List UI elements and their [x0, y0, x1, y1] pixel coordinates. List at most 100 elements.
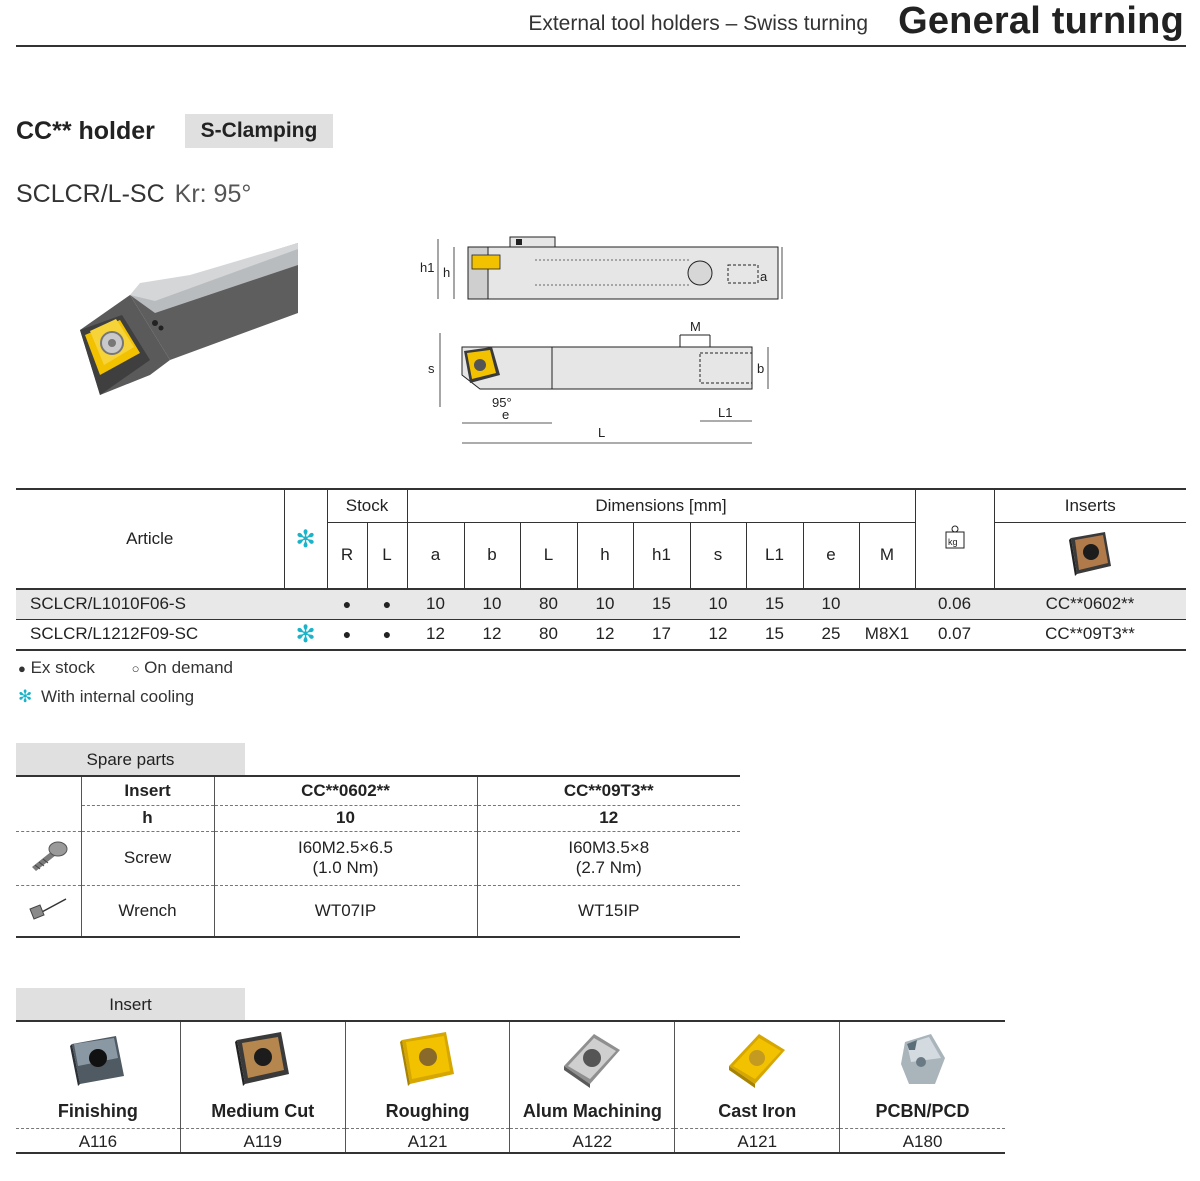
legend-stock: ● Ex stock ○ On demand	[18, 658, 233, 678]
s-cell: 10	[690, 589, 746, 620]
clamping-badge: S-Clamping	[185, 114, 333, 148]
model-line: SCLCR/L-SC Kr: 95°	[16, 180, 251, 209]
finishing-insert-icon	[69, 1036, 124, 1086]
m-cell: M8X1	[859, 619, 915, 651]
stock-r-cell: ●	[327, 619, 367, 651]
weight-icon: kg	[945, 525, 964, 548]
screw-torque-2: (2.7 Nm)	[575, 858, 642, 877]
dim-label-m: M	[690, 319, 701, 334]
dim-col-a: a	[406, 522, 464, 589]
weight-cell: 0.06	[915, 589, 994, 620]
ccmt-insert-icon	[1069, 531, 1112, 576]
insert-grade-alum: Alum Machining A122	[510, 1022, 676, 1154]
header-subtitle: External tool holders – Swiss turning	[528, 12, 868, 35]
spare-parts-tab: Spare parts	[16, 743, 245, 775]
insert-tab: Insert	[16, 988, 245, 1020]
table-row: SCLCR/L1212F09-SC ✻ ● ● 12 12 80 12 17 1…	[16, 619, 1186, 651]
l1-cell: 15	[746, 619, 803, 651]
spare-h-col-1: 10	[214, 805, 478, 832]
dim-label-s: s	[428, 361, 435, 376]
wrench-col-1: WT07IP	[214, 885, 478, 938]
insert-grade-name: PCBN/PCD	[875, 1101, 970, 1121]
dim-label-l: L	[598, 425, 605, 440]
model-name: SCLCR/L-SC	[16, 180, 165, 208]
insert-grade-name: Roughing	[385, 1101, 470, 1121]
dim-col-l1: L1	[745, 522, 803, 589]
screw-col-1: I60M2.5×6.5 (1.0 Nm)	[214, 831, 478, 886]
spare-h-col-2: 12	[477, 805, 740, 832]
legend-cooling-text: With internal cooling	[40, 687, 195, 706]
wrench-icon	[29, 898, 67, 920]
e-cell: 25	[803, 619, 859, 651]
insert-grade-code: A119	[180, 1128, 345, 1154]
e-cell: 10	[803, 589, 859, 620]
s-cell: 12	[690, 619, 746, 651]
roughing-insert-icon	[399, 1032, 454, 1086]
insert-grade-code: A121	[345, 1128, 510, 1154]
insert-grade-name: Cast Iron	[718, 1101, 797, 1121]
m-cell	[859, 589, 915, 620]
h-cell: 12	[577, 619, 633, 651]
dim-label-h1: h1	[420, 260, 434, 275]
stock-col-l: L	[366, 522, 407, 589]
article-cell: SCLCR/L1212F09-SC	[16, 619, 284, 651]
b-cell: 10	[464, 589, 520, 620]
cast-iron-insert-icon	[729, 1034, 786, 1088]
header-title: General turning	[898, 0, 1184, 42]
article-header: Article	[126, 529, 174, 548]
weight-icon-label: kg	[948, 537, 958, 547]
h-label: h	[81, 805, 215, 832]
dim-col-h: h	[576, 522, 633, 589]
cooling-header-icon: ✻	[283, 489, 327, 589]
holder-photo-image	[80, 243, 298, 395]
insert-grade-roughing: Roughing A121	[345, 1022, 511, 1154]
hollow-dot-icon: ○	[131, 661, 140, 676]
insert-grade-finishing: Finishing A116	[16, 1022, 181, 1152]
dim-label-b: b	[757, 361, 764, 376]
screw-col-2: I60M3.5×8 (2.7 Nm)	[477, 831, 740, 886]
article-cell: SCLCR/L1010F06-S	[16, 589, 284, 620]
dim-col-l: L	[519, 522, 577, 589]
wrench-col-2: WT15IP	[477, 885, 740, 938]
screw-torque-1: (1.0 Nm)	[312, 858, 379, 877]
dim-label-e: e	[502, 407, 509, 422]
cooling-cell	[284, 589, 327, 620]
dim-col-e: e	[802, 522, 859, 589]
dim-col-h1: h1	[632, 522, 690, 589]
dim-col-b: b	[463, 522, 520, 589]
stock-l-cell: ●	[367, 619, 407, 651]
spare-insert-col-2: CC**09T3**	[477, 775, 740, 806]
insert-grade-medium-cut: Medium Cut A119	[180, 1022, 346, 1154]
dim-col-s: s	[689, 522, 746, 589]
weight-cell: 0.07	[915, 619, 994, 651]
a-cell: 12	[407, 619, 464, 651]
dim-label-a: a	[760, 269, 768, 284]
header-rule	[16, 45, 1186, 47]
insert-grade-name: Medium Cut	[211, 1101, 315, 1121]
product-table: Article ✻ Stock Dimensions [mm] kg Inser…	[16, 488, 1186, 651]
screw-spec-1: I60M2.5×6.5	[298, 838, 393, 857]
dim-label-l1: L1	[718, 405, 732, 420]
wrench-cell	[16, 885, 82, 938]
filled-dot-icon: ●	[18, 661, 26, 676]
legend-on-demand: On demand	[144, 658, 234, 677]
insert-grade-code: A122	[510, 1128, 675, 1154]
table-row: SCLCR/L1010F06-S ● ● 10 10 80 10 15 10 1…	[16, 589, 1186, 620]
b-cell: 12	[464, 619, 520, 651]
insert-label: Insert	[81, 775, 215, 806]
h-cell: 10	[577, 589, 633, 620]
screw-cell	[16, 831, 82, 886]
screw-icon	[32, 841, 68, 871]
insert-image-header	[993, 522, 1186, 589]
insert-grade-cast-iron: Cast Iron A121	[675, 1022, 841, 1152]
alum-insert-icon	[564, 1034, 621, 1088]
insert-cell: CC**09T3**	[994, 619, 1186, 651]
stock-col-r: R	[326, 522, 367, 589]
l1-cell: 15	[746, 589, 803, 620]
spare-insert-col-1: CC**0602**	[214, 775, 478, 806]
insert-grade-pcbn: PCBN/PCD A180	[840, 1022, 1005, 1152]
inserts-header: Inserts	[993, 489, 1186, 523]
insert-grade-code: A180	[840, 1128, 1005, 1154]
a-cell: 10	[407, 589, 464, 620]
stock-r-cell: ●	[327, 589, 367, 620]
